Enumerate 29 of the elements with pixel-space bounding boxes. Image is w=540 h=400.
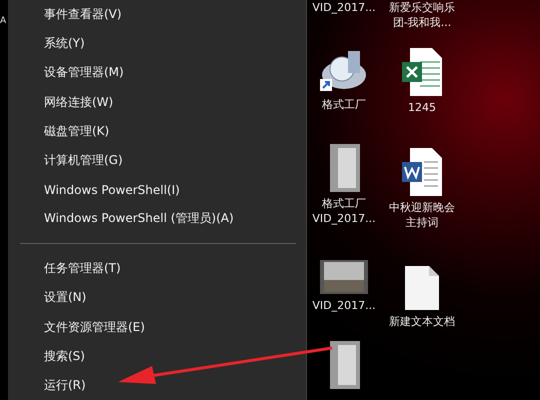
file-name[interactable]: 格式工厂 <box>322 96 366 112</box>
menu-item[interactable]: 计算机管理(G) <box>8 146 306 175</box>
menu-item[interactable]: Windows PowerShell (管理员)(A) <box>8 204 306 234</box>
menu-item[interactable]: 文件资源管理器(E) <box>8 312 306 342</box>
file-name[interactable]: 新建文本文档 <box>389 314 455 329</box>
edge-label: A <box>0 16 8 26</box>
document-icon <box>402 148 442 196</box>
menu-item[interactable]: 磁盘管理(K) <box>8 116 306 146</box>
menu-item[interactable]: 设备管理器(M) <box>8 58 306 88</box>
menu-item[interactable]: 任务管理器(T) <box>8 254 306 284</box>
menu-item[interactable]: 网络连接(W) <box>8 87 306 117</box>
video-thumbnail <box>320 260 368 294</box>
file-name[interactable]: 1245 <box>408 100 436 115</box>
file-name[interactable]: 新爱乐交响乐 <box>389 0 455 15</box>
menu-item[interactable]: 事件查看器(V) <box>8 0 306 30</box>
menu-item[interactable]: 设置(N) <box>8 283 306 312</box>
file-name[interactable]: VID_2017... <box>312 0 376 15</box>
menu-item[interactable]: Windows PowerShell(I) <box>8 174 306 204</box>
spreadsheet-icon <box>402 48 442 96</box>
menu-item[interactable]: 搜索(S) <box>8 342 306 371</box>
file-name[interactable]: 中秋迎新晚会 <box>389 200 455 215</box>
file-name[interactable]: 格式工厂 <box>322 196 366 212</box>
file-name[interactable]: VID_2017... <box>312 211 376 226</box>
menu-item[interactable]: 系统(Y) <box>8 29 306 58</box>
menu-item[interactable]: 运行(R) <box>8 370 306 400</box>
file-name[interactable]: 团-我和我... <box>392 15 452 30</box>
text-file-icon <box>405 266 439 310</box>
file-name[interactable]: 主持词 <box>406 215 438 230</box>
file-name[interactable]: VID_2017... <box>312 298 376 313</box>
